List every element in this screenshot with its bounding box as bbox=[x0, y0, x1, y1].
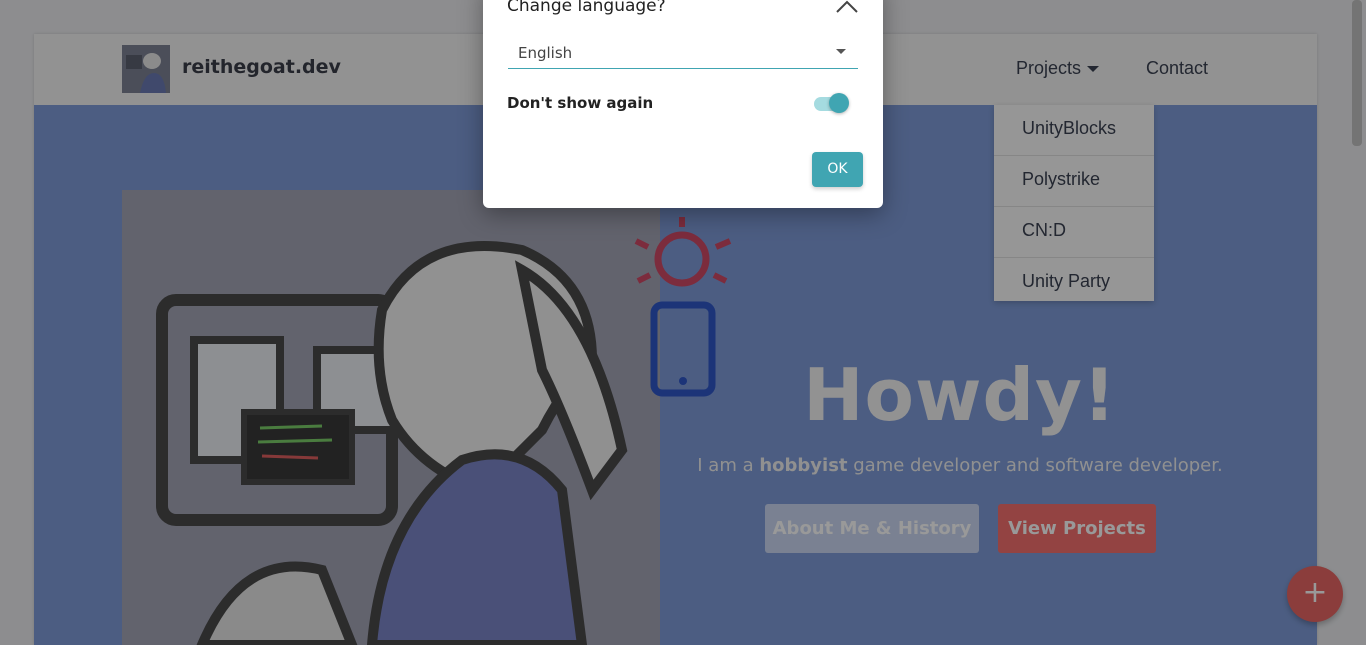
dont-show-again-toggle[interactable] bbox=[829, 93, 849, 113]
ok-button[interactable]: OK bbox=[812, 152, 863, 187]
language-select[interactable]: English bbox=[508, 40, 858, 69]
language-select-value: English bbox=[518, 44, 573, 62]
change-language-dialog: Change language? English Don't show agai… bbox=[483, 0, 883, 208]
dont-show-again-label: Don't show again bbox=[507, 94, 654, 112]
close-icon[interactable] bbox=[835, 0, 859, 16]
caret-down-icon bbox=[836, 49, 846, 54]
dialog-title: Change language? bbox=[507, 0, 666, 16]
